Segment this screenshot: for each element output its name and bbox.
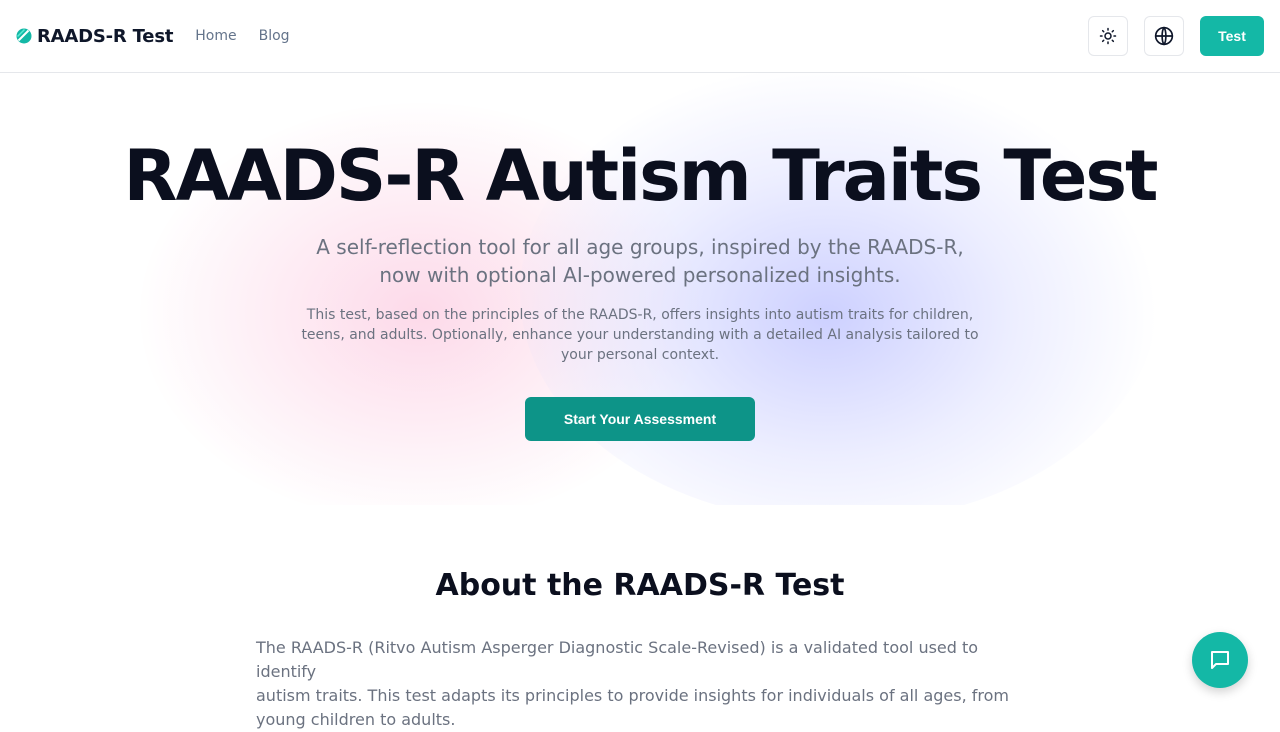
theme-toggle-button[interactable] [1088,16,1128,56]
header-actions: Test [1088,16,1264,56]
nav-home-link[interactable]: Home [195,28,236,44]
about-heading: About the RAADS-R Test [435,568,845,603]
test-button[interactable]: Test [1200,16,1264,56]
hero-description-line: This test, based on the principles of th… [306,307,974,323]
chat-button[interactable] [1192,632,1248,688]
brand-link[interactable]: RAADS-R Test [16,26,173,47]
hero-description: This test, based on the principles of th… [290,305,990,365]
about-line: autism traits. This test adapts its prin… [256,686,1010,705]
hero-section: RAADS-R Autism Traits Test A self-reflec… [0,73,1280,505]
sun-icon [1099,27,1117,45]
hero-description-line: your personal context. [560,347,720,363]
main-nav: Home Blog [195,28,311,44]
start-assessment-button[interactable]: Start Your Assessment [525,397,755,441]
hero-subtitle: A self-reflection tool for all age group… [290,233,990,289]
about-paragraph: The RAADS-R (Ritvo Autism Asperger Diagn… [256,636,1026,732]
hero-description-line: teens, and adults. Optionally, enhance y… [301,327,979,343]
site-header: RAADS-R Test Home Blog Test [0,0,1280,73]
hero-title: RAADS-R Autism Traits Test [123,135,1159,217]
about-line: The RAADS-R (Ritvo Autism Asperger Diagn… [256,638,979,681]
language-button[interactable] [1144,16,1184,56]
hero-subtitle-line: A self-reflection tool for all age group… [316,235,964,259]
nav-blog-link[interactable]: Blog [259,28,290,44]
hero-subtitle-line: now with optional AI-powered personalize… [379,263,901,287]
brand-name: RAADS-R Test [37,25,174,47]
brand-logo-icon [16,28,32,44]
chat-bubble-icon [1211,651,1229,669]
globe-icon [1154,26,1174,46]
